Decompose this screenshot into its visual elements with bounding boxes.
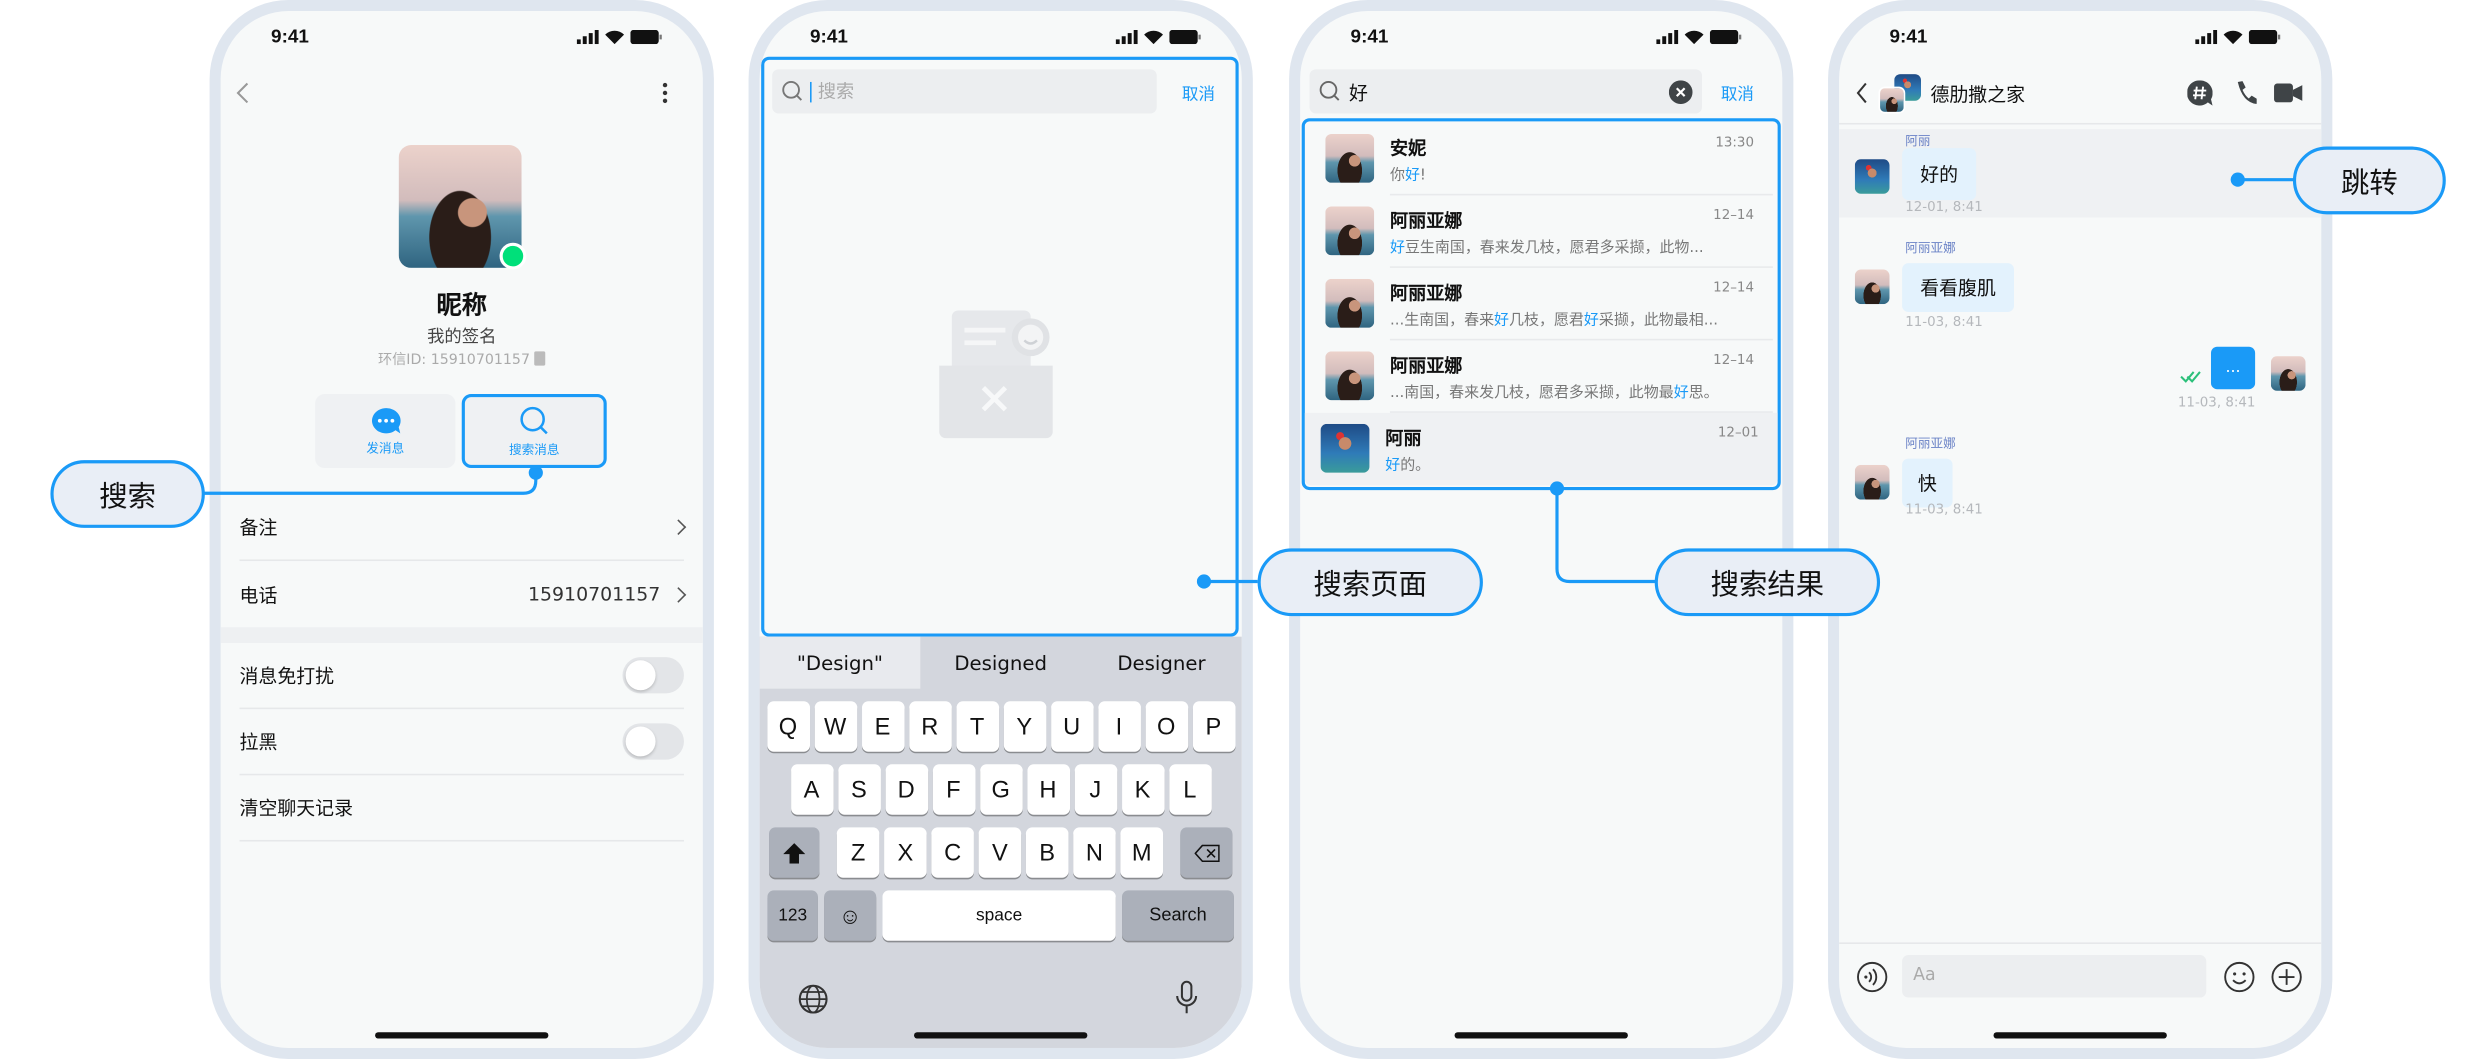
connector-line [201, 472, 538, 495]
callout-search-results: 搜索结果 [1654, 548, 1881, 617]
callout-jump: 跳转 [2292, 146, 2446, 215]
connector-dot [1196, 574, 1212, 589]
connector-dot [528, 465, 543, 480]
callout-search-page: 搜索页面 [1257, 548, 1483, 617]
stage: 9:41 昵称 我的签名 环信ID: 15910701157 发消息 搜索消息 … [0, 0, 2471, 1062]
callout-connectors [201, 172, 2295, 589]
connector-line [1555, 488, 1658, 584]
callout-search: 搜索 [50, 460, 205, 528]
connector-dot [1549, 481, 1565, 496]
connector-dot [2230, 172, 2245, 187]
